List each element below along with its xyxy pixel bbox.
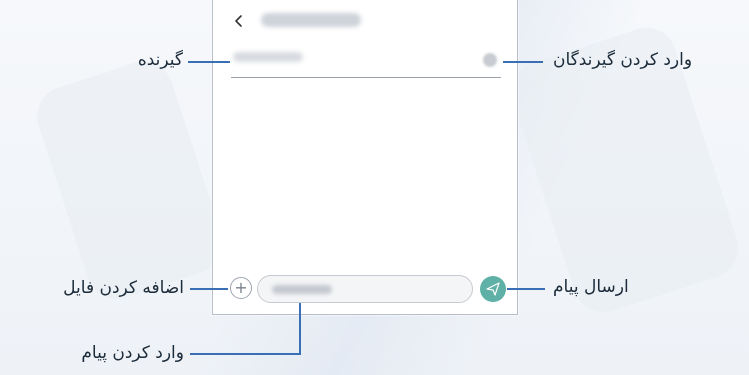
plus-icon: + — [234, 278, 248, 297]
add-file-leader-line — [190, 288, 228, 290]
send-message-leader-line — [507, 288, 545, 290]
send-button[interactable] — [480, 276, 506, 302]
enter-recipients-callout: وارد کردن گیرندگان — [553, 50, 693, 70]
recipient-leader-line — [188, 61, 230, 63]
chevron-left-icon[interactable] — [231, 13, 247, 29]
recipient-divider — [231, 77, 501, 78]
enter-message-callout: وارد کردن پیام — [81, 343, 184, 363]
conversation-title — [261, 13, 361, 27]
recipient-callout: گیرنده — [137, 50, 183, 70]
enter-message-leader-vertical — [299, 303, 301, 355]
phone-screen: + — [212, 0, 518, 315]
enter-message-leader-horizontal — [190, 353, 301, 355]
add-recipient-icon[interactable] — [483, 53, 497, 67]
paper-plane-icon — [486, 282, 500, 296]
attach-file-button[interactable]: + — [230, 277, 252, 299]
send-message-callout: ارسال پیام — [553, 277, 629, 297]
message-placeholder — [272, 285, 332, 294]
add-file-callout: اضافه کردن فایل — [63, 278, 184, 298]
enter-recipients-leader-line — [503, 61, 543, 63]
recipient-field[interactable] — [233, 52, 303, 62]
message-input[interactable] — [257, 275, 473, 303]
